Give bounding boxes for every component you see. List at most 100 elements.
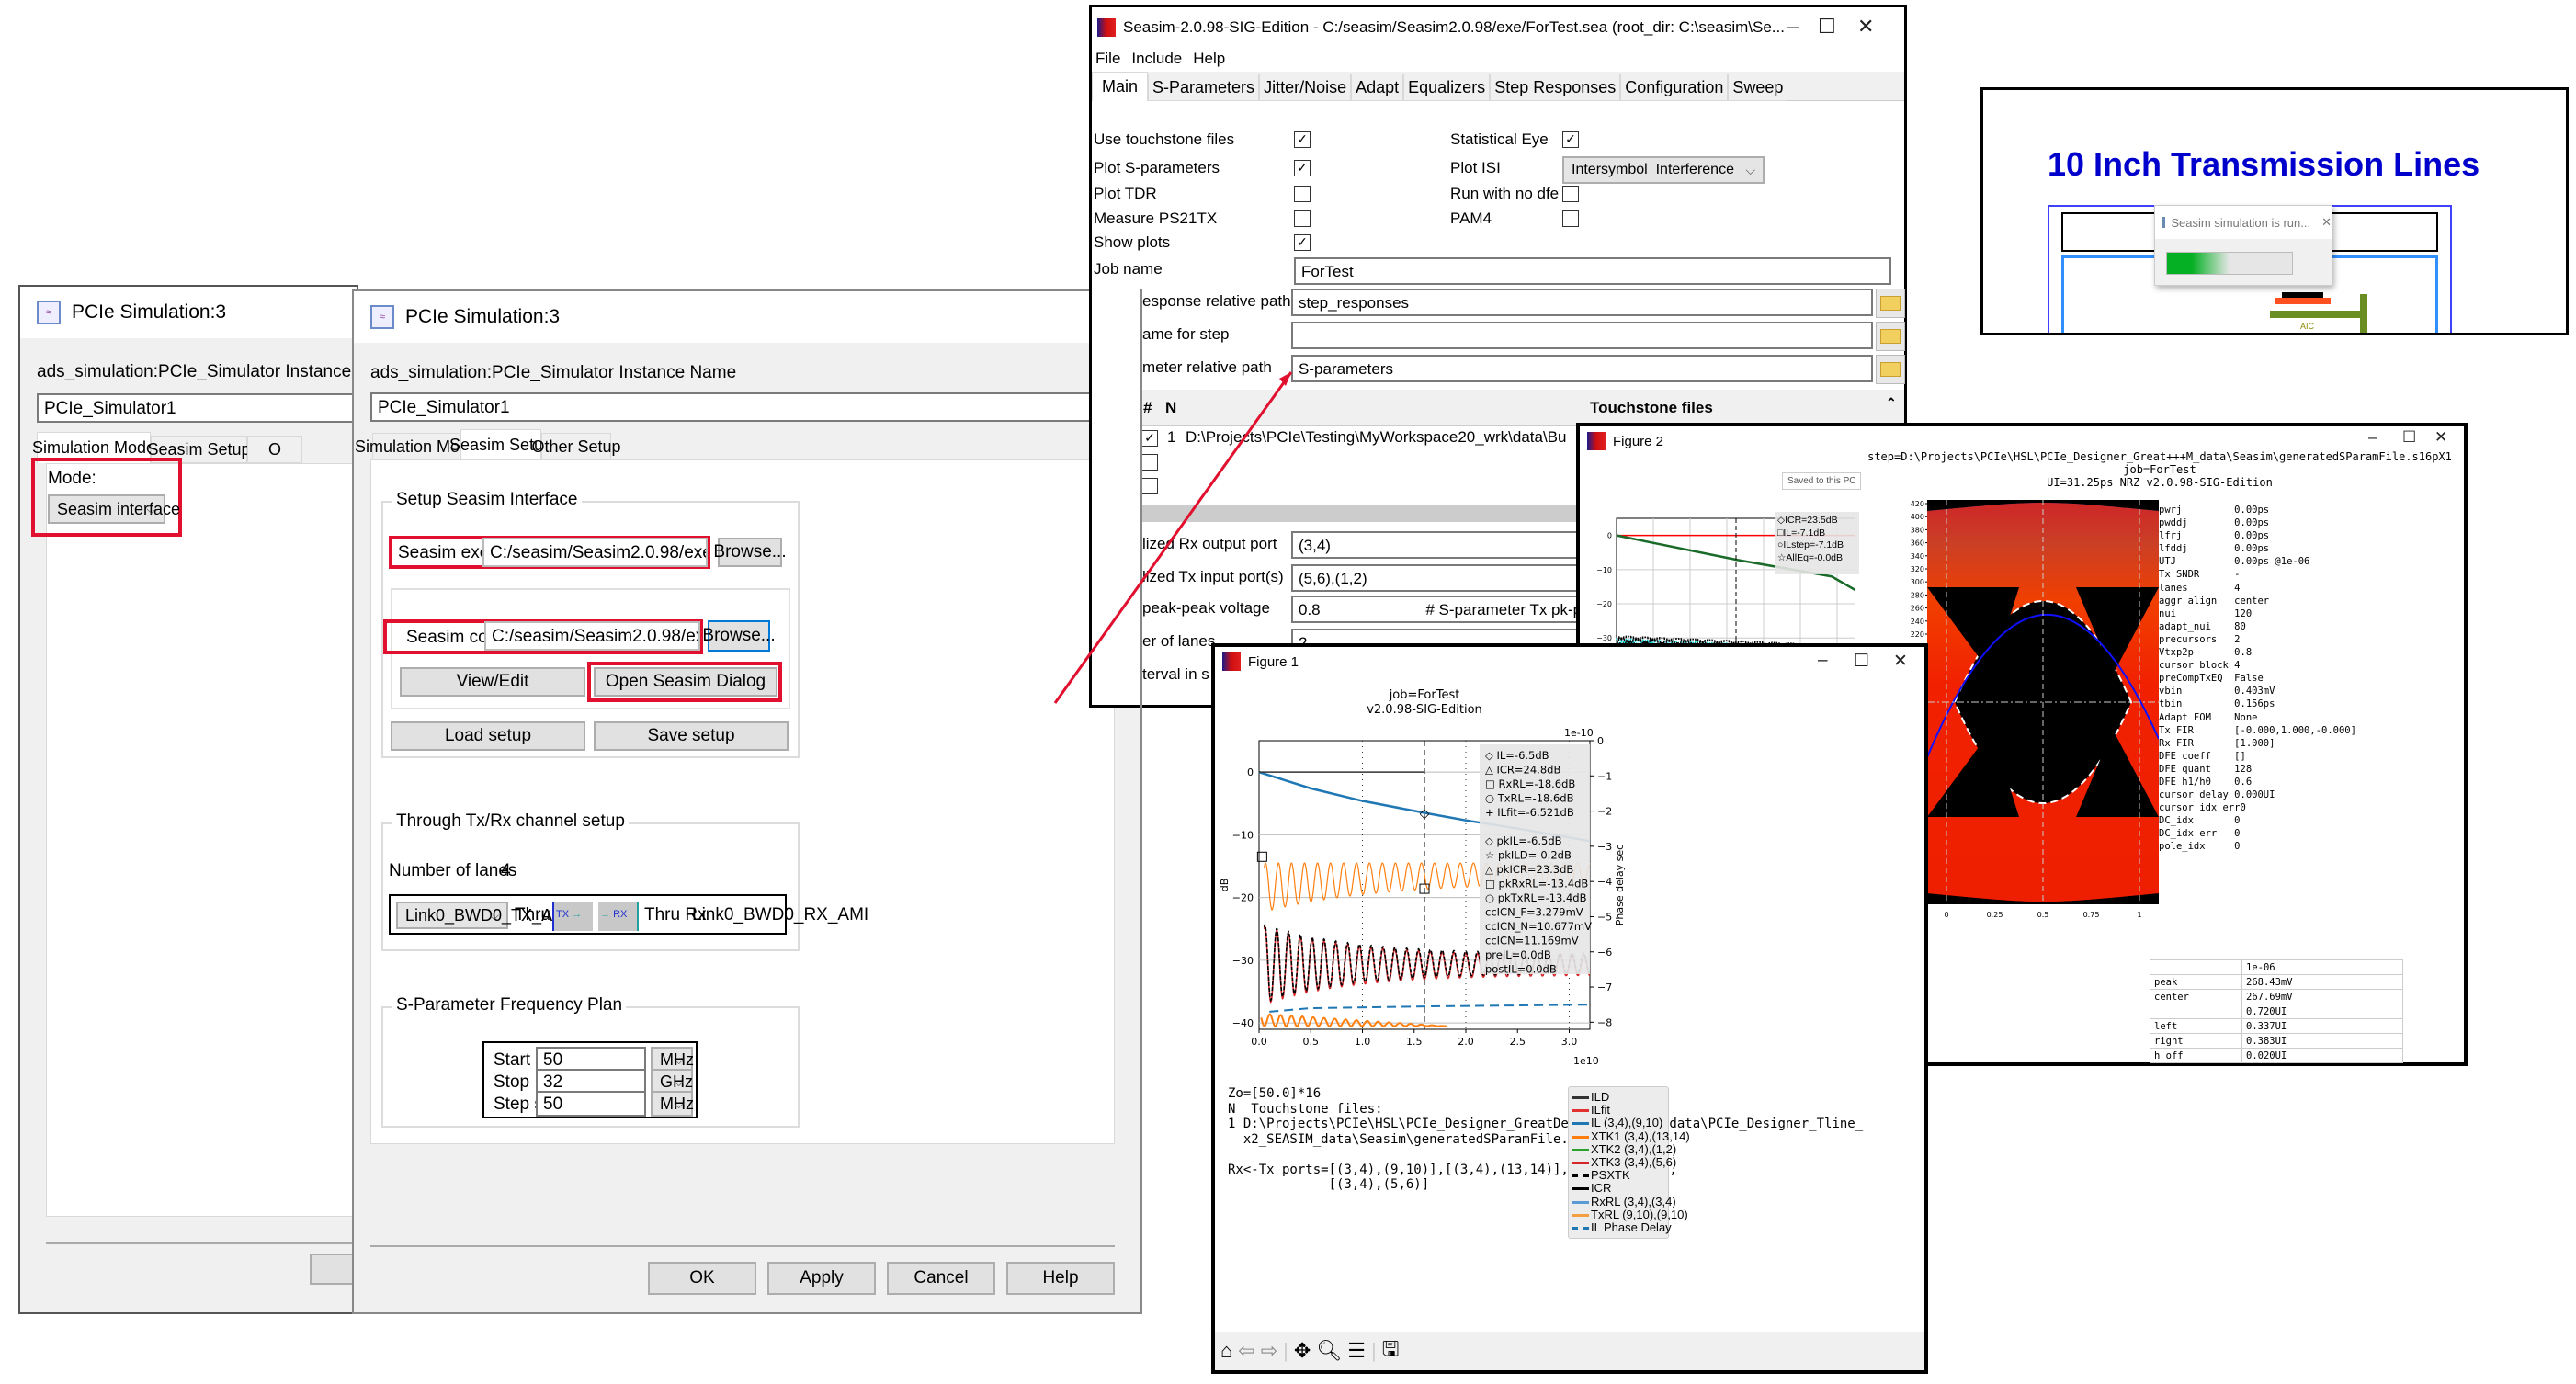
- param-row: DFE quant 128: [2159, 763, 2253, 775]
- forward-icon[interactable]: ⇨: [1261, 1339, 1277, 1363]
- param-row: lanes 4: [2159, 582, 2241, 594]
- y-tick-label: 220: [1911, 630, 1924, 639]
- x-tick-label: 2.5: [1510, 1036, 1526, 1048]
- results-cell: 1e-06: [2241, 959, 2403, 975]
- y-tick-label: −30: [1232, 955, 1254, 967]
- legend-label: XTK2 (3,4),(1,2): [1591, 1141, 1677, 1156]
- y-tick-label: 400: [1911, 513, 1924, 521]
- y2-tick-label: −5: [1597, 911, 1612, 923]
- y-tick-label: −10: [1232, 829, 1254, 841]
- fig1-toolbar: ⌂ ⇦ ⇨ | ✥ 🔍︎ ☰ | 🖫: [1215, 1332, 1924, 1370]
- configure-icon[interactable]: ☰: [1347, 1339, 1366, 1363]
- annotation-text: △ pkICR=23.3dB: [1485, 863, 1573, 876]
- titlebar: Figure 1: [1222, 652, 1299, 671]
- minimize-icon[interactable]: –: [1818, 651, 1828, 671]
- fig1-info-text: Zo=[50.0]*16 N Touchstone files: 1 D:\Pr…: [1228, 1086, 1864, 1192]
- results-cell: 0.383UI: [2241, 1033, 2403, 1049]
- y-tick-label: 240: [1911, 618, 1924, 626]
- results-row: right 0.383UI: [2150, 1033, 2403, 1049]
- results-row: center 267.69mV: [2150, 989, 2403, 1004]
- zoom-icon[interactable]: 🔍︎: [1316, 1339, 1342, 1363]
- y2-offset-label: 1e-10: [1564, 727, 1594, 739]
- figure-app-icon: [1222, 652, 1241, 671]
- results-table: 1e-06 peak 268.43mV center 267.69mV 0.720UI le…: [2150, 959, 2403, 1063]
- param-row: DC_idx err 0: [2159, 828, 2241, 840]
- back-icon[interactable]: ⇦: [1238, 1339, 1254, 1363]
- y2-tick-label: −2: [1597, 806, 1612, 818]
- legend-swatch: [1572, 1148, 1589, 1151]
- y-tick-label: 340: [1911, 552, 1924, 561]
- window-title: Figure 2: [1613, 433, 1664, 449]
- legend-swatch: [1572, 1213, 1589, 1217]
- minimize-icon[interactable]: –: [2368, 428, 2377, 447]
- toolbar-divider: |: [1283, 1339, 1288, 1362]
- y-tick-label: 0: [1607, 532, 1612, 540]
- pcb-trace: [2270, 311, 2362, 318]
- y2-tick-label: −8: [1597, 1016, 1612, 1028]
- param-row: nui 120: [2159, 607, 2253, 619]
- annotation-text: ◇ IL=-6.5dB: [1485, 749, 1549, 762]
- y2-tick-label: 0: [1597, 735, 1604, 747]
- legend-ilstep: ○ILstep=-7.1dB: [1777, 539, 1844, 550]
- maximize-icon[interactable]: ☐: [1854, 651, 1869, 672]
- y2-tick-label: −6: [1597, 947, 1612, 959]
- y-axis-label: dB: [1219, 879, 1231, 892]
- progress-title: Seasim simulation is run...: [2171, 215, 2311, 230]
- titlebar: Figure 2: [1587, 432, 1663, 450]
- y-tick-label: −40: [1232, 1017, 1254, 1029]
- param-row: cursor delay 0.000UI: [2159, 789, 2275, 801]
- close-icon[interactable]: ✕: [2321, 215, 2332, 230]
- close-icon[interactable]: ✕: [2434, 428, 2447, 447]
- results-row: 0.720UI: [2150, 1004, 2403, 1019]
- y-tick-label: 260: [1911, 605, 1924, 613]
- home-icon[interactable]: ⌂: [1220, 1339, 1232, 1363]
- legend-entry: XTK2 (3,4),(1,2): [1572, 1142, 1676, 1156]
- chart-subtitle: v2.0.98-SIG-Edition: [1367, 703, 1482, 717]
- progress-titlebar: Seasim simulation is run... ✕: [2155, 206, 2332, 239]
- legend-entry: XTK1 (3,4),(13,14): [1572, 1129, 1690, 1143]
- annotation-text: postIL=0.0dB: [1485, 963, 1557, 976]
- annotation-text: △ ICR=24.8dB: [1485, 764, 1560, 777]
- app-icon: [2162, 217, 2166, 228]
- param-row: pwddj 0.00ps: [2159, 517, 2270, 529]
- param-row: DFE coeff []: [2159, 750, 2246, 762]
- fig1-sparam-plot: job=ForTestv2.0.98-SIG-Edition0−10−20−30…: [1219, 688, 1626, 1067]
- legend-label: XTK1 (3,4),(13,14): [1591, 1129, 1690, 1143]
- param-row: cursor block 4: [2159, 660, 2241, 672]
- schematic-title: 10 Inch Transmission Lines: [2048, 145, 2480, 183]
- maximize-icon[interactable]: ☐: [2402, 428, 2416, 447]
- annotation-text: ccICN_N=10.677mV: [1485, 920, 1592, 933]
- results-cell: peak: [2150, 974, 2242, 990]
- results-cell: 267.69mV: [2241, 989, 2403, 1004]
- progress-popup: Seasim simulation is run... ✕: [2154, 205, 2332, 286]
- y-tick-label: −30: [1596, 634, 1612, 642]
- aic-label: AIC: [2300, 322, 2315, 331]
- legend-alleq: ☆AllEq=-0.0dB: [1777, 551, 1844, 563]
- legend-label: RxRL (3,4),(3,4): [1591, 1194, 1676, 1208]
- param-row: tbin 0.156ps: [2159, 698, 2275, 710]
- results-cell: 0.020UI: [2241, 1048, 2403, 1063]
- annotation-text: □ RxRL=-18.6dB: [1485, 777, 1575, 790]
- legend-label: TxRL (9,10),(9,10): [1591, 1207, 1688, 1221]
- param-row: Adapt FOM None: [2159, 711, 2258, 723]
- annotation-text: preIL=0.0dB: [1485, 948, 1551, 961]
- close-icon[interactable]: ✕: [1893, 651, 1908, 672]
- legend-entry: ILfit: [1572, 1104, 1664, 1117]
- progress-fill: [2167, 253, 2230, 274]
- save-icon[interactable]: 🖫: [1382, 1333, 1400, 1368]
- pan-icon[interactable]: ✥: [1294, 1339, 1311, 1363]
- legend-entry: PSXTK: [1572, 1169, 1664, 1182]
- legend-swatch: [1572, 1174, 1589, 1178]
- annotation-text: ◇ pkIL=-6.5dB: [1485, 834, 1562, 847]
- legend-entry: IL (3,4),(9,10): [1572, 1117, 1664, 1129]
- connector-icon: [2360, 294, 2367, 333]
- results-cell: [2150, 1004, 2242, 1019]
- x-tick-label: 0.75: [2083, 911, 2100, 919]
- param-row: Vtxp2p 0.8: [2159, 647, 2253, 659]
- y-tick-label: −10: [1596, 566, 1612, 574]
- x-tick-label: 0.0: [1251, 1036, 1267, 1048]
- results-row: peak 268.43mV: [2150, 974, 2403, 990]
- x-tick-label: 1.0: [1355, 1036, 1371, 1048]
- param-row: DC_idx 0: [2159, 815, 2241, 827]
- chart-title: job=ForTest: [1389, 688, 1460, 702]
